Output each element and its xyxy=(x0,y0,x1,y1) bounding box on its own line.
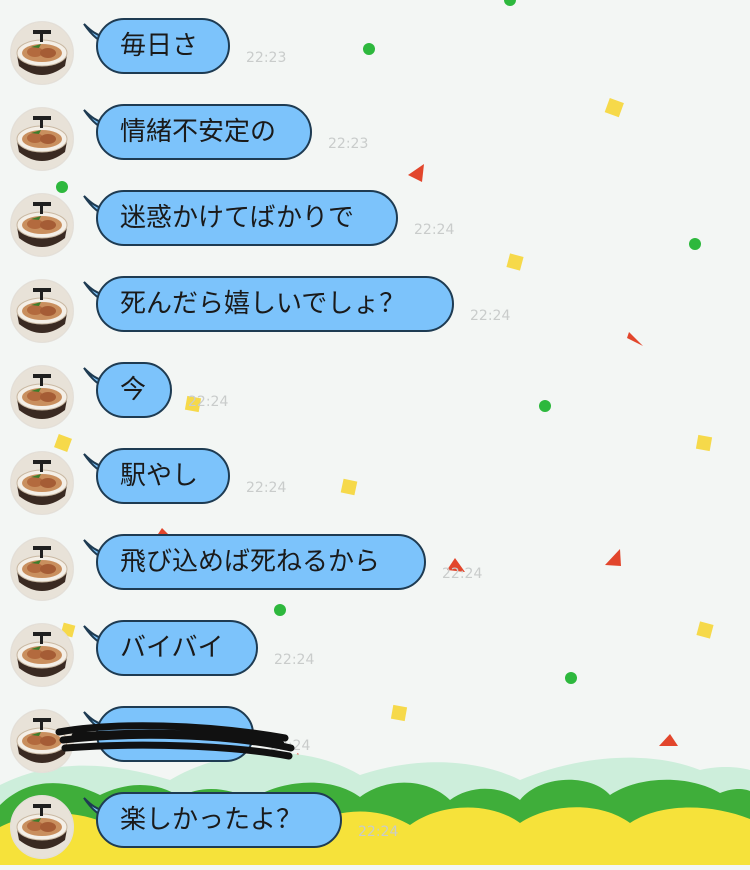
message-timestamp: 22:24 xyxy=(358,824,399,840)
message-bubble[interactable]: 死んだら嬉しいでしょ？ xyxy=(96,276,454,332)
message-row: 22:24 xyxy=(0,704,750,784)
ramen-bowl-avatar-icon[interactable] xyxy=(10,537,74,601)
ramen-bowl-avatar-icon[interactable] xyxy=(10,279,74,343)
message-row: バイバイ 22:24 xyxy=(0,618,750,698)
ramen-bowl-avatar-icon[interactable] xyxy=(10,21,74,85)
message-bubble[interactable]: 飛び込めば死ねるから xyxy=(96,534,426,590)
message-timestamp: 22:24 xyxy=(442,566,483,582)
message-row: 迷惑かけてばかりで 22:24 xyxy=(0,188,750,268)
message-row: 楽しかったよ？ 22:24 xyxy=(0,790,750,870)
message-bubble[interactable]: 情緒不安定の xyxy=(96,104,312,160)
message-row: 飛び込めば死ねるから 22:24 xyxy=(0,532,750,612)
message-bubble[interactable]: 毎日さ xyxy=(96,18,230,74)
message-row: 駅やし 22:24 xyxy=(0,446,750,526)
message-bubble[interactable]: 楽しかったよ？ xyxy=(96,792,342,848)
ramen-bowl-avatar-icon[interactable] xyxy=(10,193,74,257)
ramen-bowl-avatar-icon[interactable] xyxy=(10,623,74,687)
message-row: 今 22:24 xyxy=(0,360,750,440)
message-row: 死んだら嬉しいでしょ？ 22:24 xyxy=(0,274,750,354)
message-row: 情緒不安定の 22:23 xyxy=(0,102,750,182)
message-bubble[interactable]: バイバイ xyxy=(96,620,258,676)
message-timestamp: 22:24 xyxy=(414,222,455,238)
message-timestamp: 22:24 xyxy=(188,394,229,410)
message-timestamp: 22:24 xyxy=(274,652,315,668)
message-bubble[interactable]: 迷惑かけてばかりで xyxy=(96,190,398,246)
message-row: 毎日さ 22:23 xyxy=(0,16,750,96)
message-bubble[interactable]: 駅やし xyxy=(96,448,230,504)
black-scribble-redaction-icon xyxy=(55,722,295,760)
message-timestamp: 22:23 xyxy=(246,50,287,66)
message-timestamp: 22:23 xyxy=(328,136,369,152)
message-timestamp: 22:24 xyxy=(470,308,511,324)
ramen-bowl-avatar-icon[interactable] xyxy=(10,107,74,171)
ramen-bowl-avatar-icon[interactable] xyxy=(10,795,74,859)
ramen-bowl-avatar-icon[interactable] xyxy=(10,451,74,515)
ramen-bowl-avatar-icon[interactable] xyxy=(10,365,74,429)
message-bubble[interactable]: 今 xyxy=(96,362,172,418)
message-timestamp: 22:24 xyxy=(246,480,287,496)
